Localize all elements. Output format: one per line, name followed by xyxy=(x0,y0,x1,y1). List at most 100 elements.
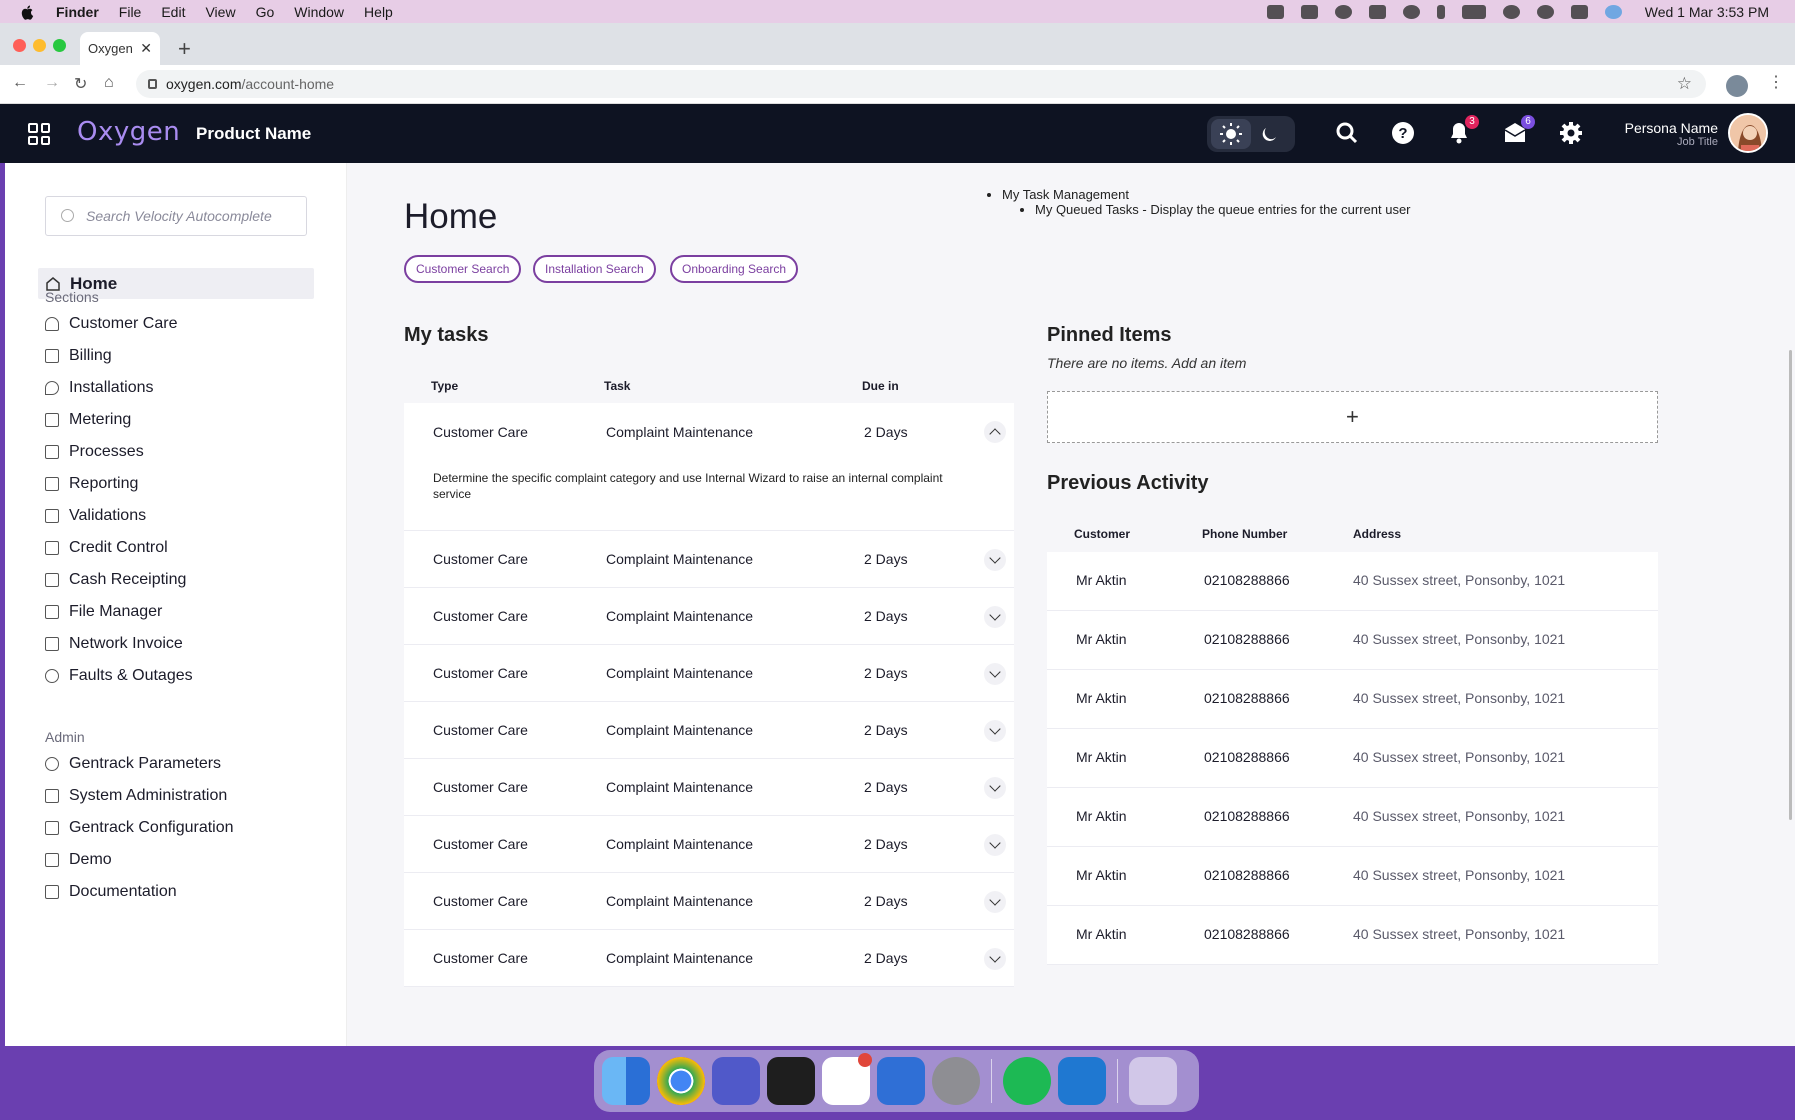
back-icon[interactable]: ← xyxy=(12,74,28,92)
sidebar-item-reporting[interactable]: Reporting xyxy=(45,468,193,500)
theme-toggle[interactable] xyxy=(1207,116,1295,152)
browser-tab[interactable]: Oxygen ✕ xyxy=(80,32,160,65)
siri-icon[interactable] xyxy=(1604,4,1622,19)
forward-icon[interactable]: → xyxy=(44,74,60,92)
status-cloud-icon[interactable] xyxy=(1334,4,1352,19)
table-row[interactable]: Customer Care Complaint Maintenance 2 Da… xyxy=(404,531,1014,588)
sidebar-item-customer-care[interactable]: Customer Care xyxy=(45,308,193,340)
menu-app-finder[interactable]: Finder xyxy=(56,4,99,20)
vscode-icon[interactable] xyxy=(1058,1057,1106,1105)
maximize-window-button[interactable] xyxy=(53,39,66,52)
sidebar-item-credit-control[interactable]: Credit Control xyxy=(45,532,193,564)
sidebar-item-network-invoice[interactable]: Network Invoice xyxy=(45,628,193,660)
table-row[interactable]: Mr Aktin 02108288866 40 Sussex street, Pon… xyxy=(1047,788,1658,847)
status-app-icon[interactable] xyxy=(1266,4,1284,19)
table-row[interactable]: Customer Care Complaint Maintenance 2 Da… xyxy=(404,403,1014,460)
table-row[interactable]: Mr Aktin 02108288866 40 Sussex street, Pon… xyxy=(1047,906,1658,965)
menu-help[interactable]: Help xyxy=(364,4,393,20)
expand-chevron-down-icon[interactable] xyxy=(984,606,1006,628)
table-row[interactable]: Mr Aktin 02108288866 40 Sussex street, Pon… xyxy=(1047,729,1658,788)
collapse-chevron-up-icon[interactable] xyxy=(984,421,1006,443)
app-grid-icon[interactable] xyxy=(28,123,50,145)
finder-icon[interactable] xyxy=(602,1057,650,1105)
avatar[interactable] xyxy=(1728,113,1768,153)
sidebar-item-billing[interactable]: Billing xyxy=(45,340,193,372)
close-tab-icon[interactable]: ✕ xyxy=(140,40,152,57)
sidebar-item-validations[interactable]: Validations xyxy=(45,500,193,532)
menu-edit[interactable]: Edit xyxy=(161,4,185,20)
table-row[interactable]: Mr Aktin 02108288866 40 Sussex street, Pon… xyxy=(1047,611,1658,670)
minimize-window-button[interactable] xyxy=(33,39,46,52)
home-icon[interactable]: ⌂ xyxy=(104,74,114,92)
search-input[interactable]: Search Velocity Autocomplete xyxy=(45,196,307,236)
installation-search-button[interactable]: Installation Search xyxy=(533,255,656,283)
table-row[interactable]: Customer Care Complaint Maintenance 2 Da… xyxy=(404,588,1014,645)
help-icon[interactable]: ? xyxy=(1391,121,1415,145)
browser-profile-avatar[interactable] xyxy=(1726,75,1748,97)
sidebar-item-documentation[interactable]: Documentation xyxy=(45,876,234,908)
expand-chevron-down-icon[interactable] xyxy=(984,834,1006,856)
expand-chevron-down-icon[interactable] xyxy=(984,777,1006,799)
sidebar-item-metering[interactable]: Metering xyxy=(45,404,193,436)
table-row[interactable]: Mr Aktin 02108288866 40 Sussex street, Pon… xyxy=(1047,552,1658,611)
user-persona[interactable]: Persona Name Job Title xyxy=(1600,120,1718,148)
oxygen-logo[interactable]: Oxygen xyxy=(77,117,180,147)
sidebar-item-cash-receipting[interactable]: Cash Receipting xyxy=(45,564,193,596)
customer-search-button[interactable]: Customer Search xyxy=(404,255,522,283)
play-icon[interactable] xyxy=(1402,4,1420,19)
settings-gear-icon[interactable] xyxy=(1559,121,1583,145)
table-row[interactable]: Customer Care Complaint Maintenance 2 Da… xyxy=(404,930,1014,987)
light-mode-option[interactable] xyxy=(1211,119,1251,149)
status-app-icon[interactable] xyxy=(1368,4,1386,19)
onboarding-search-button[interactable]: Onboarding Search xyxy=(670,255,799,283)
control-center-icon[interactable] xyxy=(1570,4,1588,19)
table-row[interactable]: Customer Care Complaint Maintenance 2 Da… xyxy=(404,816,1014,873)
menu-window[interactable]: Window xyxy=(294,4,344,20)
expand-chevron-down-icon[interactable] xyxy=(984,663,1006,685)
table-row[interactable]: Customer Care Complaint Maintenance 2 Da… xyxy=(404,702,1014,759)
teams-icon[interactable] xyxy=(712,1057,760,1105)
sidebar-item-gentrack-configuration[interactable]: Gentrack Configuration xyxy=(45,812,234,844)
slack-icon[interactable] xyxy=(822,1053,872,1105)
close-window-button[interactable] xyxy=(13,39,26,52)
search-icon[interactable] xyxy=(1335,121,1359,145)
wifi-icon[interactable] xyxy=(1502,4,1520,19)
reload-icon[interactable]: ↻ xyxy=(74,74,87,94)
expand-chevron-down-icon[interactable] xyxy=(984,549,1006,571)
sidebar-item-gentrack-parameters[interactable]: Gentrack Parameters xyxy=(45,748,234,780)
table-row[interactable]: Customer Care Complaint Maintenance 2 Da… xyxy=(404,645,1014,702)
sidebar-item-system-administration[interactable]: System Administration xyxy=(45,780,234,812)
chrome-icon[interactable] xyxy=(657,1057,705,1105)
browser-menu-icon[interactable]: ⋮ xyxy=(1768,72,1784,92)
sidebar-item-processes[interactable]: Processes xyxy=(45,436,193,468)
spotify-icon[interactable] xyxy=(1003,1057,1051,1105)
add-pinned-item-button[interactable]: + xyxy=(1047,391,1658,443)
table-row[interactable]: Mr Aktin 02108288866 40 Sussex street, Pon… xyxy=(1047,670,1658,729)
table-row[interactable]: Customer Care Complaint Maintenance 2 Da… xyxy=(404,873,1014,930)
sidebar-item-faults-outages[interactable]: Faults & Outages xyxy=(45,660,193,692)
apple-icon[interactable] xyxy=(20,4,36,20)
page-scrollbar[interactable] xyxy=(1789,350,1792,820)
battery-icon[interactable] xyxy=(1461,4,1486,19)
table-row[interactable]: Customer Care Complaint Maintenance 2 Da… xyxy=(404,759,1014,816)
bookmark-star-icon[interactable]: ☆ xyxy=(1677,70,1692,98)
settings-icon[interactable] xyxy=(932,1057,980,1105)
status-app-icon[interactable] xyxy=(1300,4,1318,19)
expand-chevron-down-icon[interactable] xyxy=(984,891,1006,913)
menu-file[interactable]: File xyxy=(119,4,142,20)
sidebar-item-demo[interactable]: Demo xyxy=(45,844,234,876)
sidebar-item-installations[interactable]: Installations xyxy=(45,372,193,404)
menu-view[interactable]: View xyxy=(205,4,235,20)
expand-chevron-down-icon[interactable] xyxy=(984,720,1006,742)
menu-go[interactable]: Go xyxy=(256,4,275,20)
notifications-button[interactable]: 3 xyxy=(1447,115,1479,145)
expand-chevron-down-icon[interactable] xyxy=(984,948,1006,970)
vpn-icon[interactable] xyxy=(877,1057,925,1105)
moon-icon[interactable] xyxy=(1259,125,1279,145)
new-tab-button[interactable]: + xyxy=(178,36,191,62)
messages-button[interactable]: 6 xyxy=(1503,115,1535,145)
table-row[interactable]: Mr Aktin 02108288866 40 Sussex street, Pon… xyxy=(1047,847,1658,906)
spotlight-search-icon[interactable] xyxy=(1536,4,1554,19)
url-bar[interactable]: oxygen.com/account-home ☆ xyxy=(136,70,1706,98)
sidebar-item-file-manager[interactable]: File Manager xyxy=(45,596,193,628)
